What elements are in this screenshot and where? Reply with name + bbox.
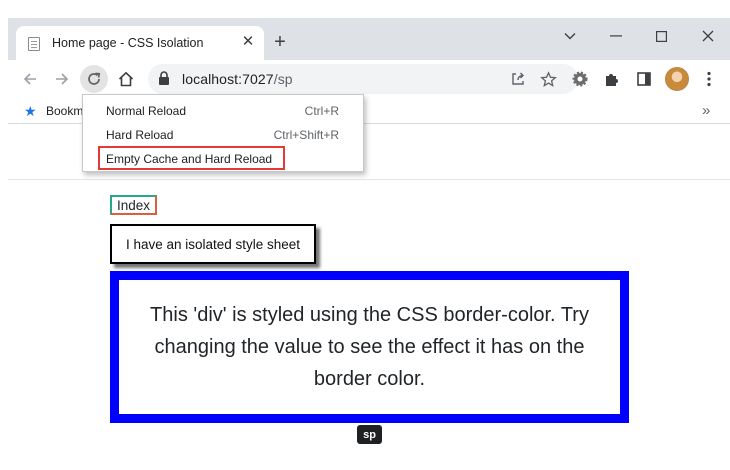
isolated-style-text: I have an isolated style sheet bbox=[125, 236, 301, 252]
menu-item-label: Normal Reload bbox=[106, 104, 187, 118]
page-favicon-icon bbox=[28, 37, 40, 51]
bookmarks-label[interactable]: Bookm bbox=[46, 104, 83, 118]
new-tab-button[interactable]: + bbox=[270, 32, 290, 52]
menu-item-shortcut: Ctrl+R bbox=[304, 104, 339, 118]
border-color-div: This 'div' is styled using the CSS borde… bbox=[110, 271, 629, 423]
puzzle-icon[interactable] bbox=[598, 65, 626, 93]
menu-item-hard-reload[interactable]: Hard Reload Ctrl+Shift+R bbox=[83, 122, 363, 146]
menu-item-normal-reload[interactable]: Normal Reload Ctrl+R bbox=[83, 98, 363, 122]
tab-strip: Home page - CSS Isolation ✕ + bbox=[8, 18, 730, 60]
minimize-icon[interactable] bbox=[604, 24, 628, 48]
reload-icon[interactable] bbox=[80, 65, 108, 93]
avatar[interactable] bbox=[665, 67, 689, 91]
share-icon[interactable] bbox=[507, 68, 529, 90]
border-color-div-text: This 'div' is styled using the CSS borde… bbox=[150, 304, 589, 390]
bookmark-star-icon[interactable] bbox=[537, 68, 559, 90]
home-icon[interactable] bbox=[112, 65, 140, 93]
address-bar[interactable]: localhost:7027/sp bbox=[148, 64, 578, 94]
lock-icon[interactable] bbox=[158, 71, 170, 91]
index-link[interactable]: Index bbox=[110, 195, 158, 215]
forward-icon[interactable] bbox=[48, 65, 76, 93]
kebab-menu-icon[interactable] bbox=[695, 65, 723, 93]
back-icon[interactable] bbox=[16, 65, 44, 93]
menu-item-label: Hard Reload bbox=[106, 128, 174, 142]
maximize-icon[interactable] bbox=[649, 24, 673, 48]
tab-search-chevron-down-icon[interactable] bbox=[558, 24, 582, 48]
reload-context-menu: Normal Reload Ctrl+R Hard Reload Ctrl+Sh… bbox=[82, 94, 364, 172]
extension-gear-icon[interactable] bbox=[566, 65, 594, 93]
isolated-style-box: I have an isolated style sheet bbox=[110, 224, 316, 264]
tab-title: Home page - CSS Isolation bbox=[52, 36, 204, 50]
tab-close-icon[interactable]: ✕ bbox=[240, 34, 256, 50]
bookmarks-star-icon: ★ bbox=[24, 103, 37, 119]
menu-item-highlight-box bbox=[98, 146, 285, 170]
url-path: /sp bbox=[273, 71, 293, 87]
side-panel-icon[interactable] bbox=[630, 65, 658, 93]
browser-tab[interactable]: Home page - CSS Isolation ✕ bbox=[16, 26, 264, 60]
bookmarks-overflow-icon[interactable]: » bbox=[702, 102, 710, 119]
menu-item-shortcut: Ctrl+Shift+R bbox=[273, 128, 339, 142]
close-window-icon[interactable] bbox=[696, 24, 720, 48]
tooltip: sp bbox=[357, 425, 382, 444]
browser-toolbar: localhost:7027/sp bbox=[8, 60, 730, 98]
url-host: localhost:7027 bbox=[182, 71, 274, 87]
url-text: localhost:7027/sp bbox=[182, 71, 293, 87]
